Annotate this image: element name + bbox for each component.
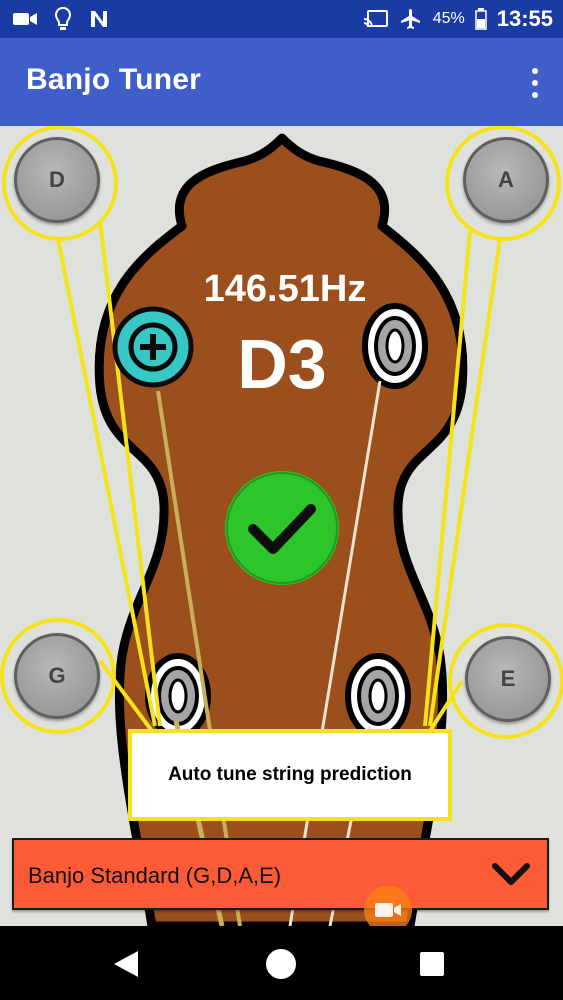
battery-icon [474, 8, 487, 30]
home-circle-icon [266, 949, 296, 979]
peg-button-e[interactable]: E [465, 636, 551, 722]
video-camera-icon [13, 13, 37, 25]
peg-button-a[interactable]: A [463, 137, 549, 223]
peg-label: D [49, 167, 65, 192]
note-readout: D3 [237, 325, 327, 403]
navigation-bar [0, 926, 563, 1000]
back-triangle-icon [114, 951, 138, 977]
peg-button-g[interactable]: G [14, 633, 100, 719]
peg-label: A [498, 167, 514, 192]
recents-button[interactable] [414, 946, 450, 982]
battery-percent: 45% [432, 10, 465, 27]
checkmark-icon [225, 471, 339, 585]
peg-label: E [500, 666, 516, 691]
tuner-content: D A G E 146.51Hz D3 Auto tune string pre… [0, 126, 563, 926]
peg-button-d[interactable]: D [14, 137, 100, 223]
app-title: Banjo Tuner [26, 63, 201, 96]
cast-icon [363, 10, 388, 28]
status-bar: 45% 13:55 [0, 0, 563, 38]
home-button[interactable] [263, 946, 299, 982]
tuning-post-right-bottom [345, 653, 411, 739]
overflow-menu-icon[interactable] [527, 68, 543, 98]
peg-label: G [48, 663, 66, 688]
app-bar: Banjo Tuner [0, 38, 563, 126]
video-camera-icon [375, 903, 401, 917]
status-icons-left [12, 0, 110, 38]
chevron-down-icon [492, 863, 530, 885]
n-app-icon [91, 11, 107, 27]
airplane-icon [400, 9, 420, 29]
tuning-select-value: Banjo Standard (G,D,A,E) [28, 863, 282, 888]
recents-square-icon [420, 952, 444, 976]
tuning-select[interactable]: Banjo Standard (G,D,A,E) [12, 838, 549, 910]
floating-record-button[interactable] [364, 886, 412, 926]
auto-tune-callout: Auto tune string prediction [128, 729, 452, 821]
back-button[interactable] [108, 946, 144, 982]
lightbulb-icon [54, 6, 72, 30]
callout-text: Auto tune string prediction [168, 764, 412, 785]
status-icons-right: 45% 13:55 [363, 0, 553, 38]
frequency-readout: 146.51Hz [203, 268, 367, 310]
status-time: 13:55 [496, 6, 553, 31]
